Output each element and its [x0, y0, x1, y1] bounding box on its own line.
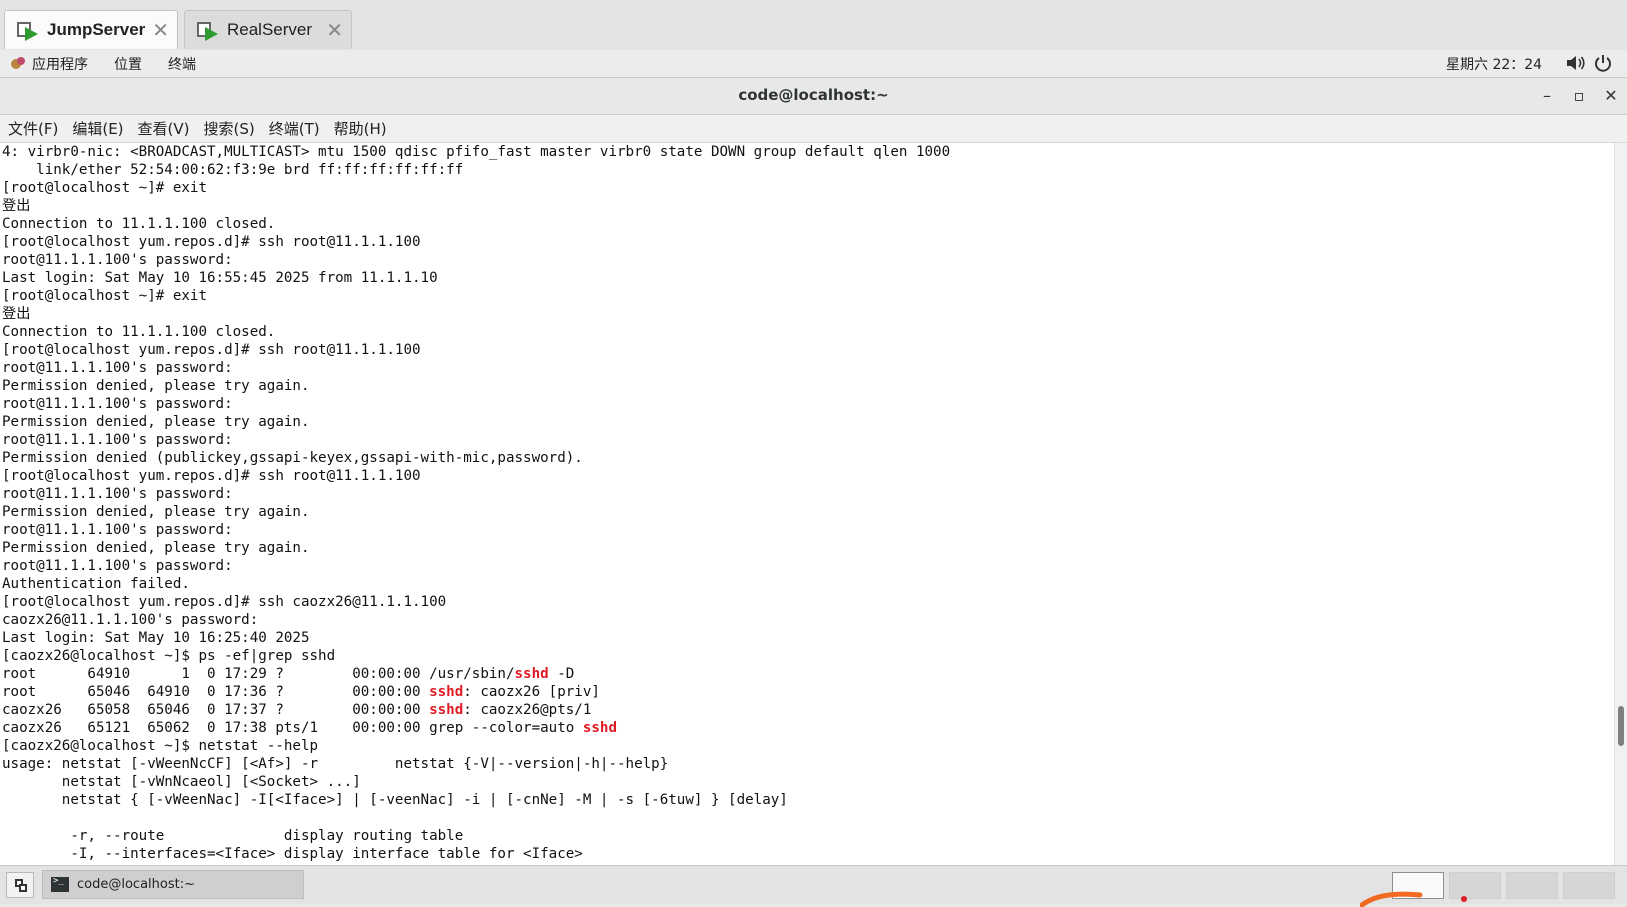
terminal-line: -I, --interfaces=<Iface> display interfa… [2, 846, 583, 862]
minimize-button[interactable]: – [1537, 86, 1557, 106]
terminal-icon [51, 876, 69, 892]
terminal-line: root@11.1.1.100's password: [2, 522, 233, 538]
terminal-line: Permission denied, please try again. [2, 378, 310, 394]
terminal-line: Last login: Sat May 10 16:55:45 2025 fro… [2, 270, 438, 286]
terminal-app-menu[interactable]: 终端 [168, 54, 196, 74]
maximize-button[interactable]: ▫ [1569, 86, 1589, 106]
applications-label: 应用程序 [32, 57, 88, 73]
terminal-line: [root@localhost yum.repos.d]# ssh root@1… [2, 234, 421, 250]
terminal-line: root@11.1.1.100's password: [2, 396, 233, 412]
terminal-app-label: 终端 [168, 57, 196, 73]
terminal-line: root 65046 64910 0 17:36 ? 00:00:00 sshd… [2, 684, 600, 700]
places-label: 位置 [114, 57, 142, 73]
terminal-line: 登出 [2, 198, 31, 214]
terminal-line: root@11.1.1.100's password: [2, 432, 233, 448]
vm-icon [197, 20, 219, 41]
close-icon[interactable]: ✕ [152, 18, 169, 43]
terminal-line: [root@localhost yum.repos.d]# ssh root@1… [2, 468, 421, 484]
terminal-line: Connection to 11.1.1.100 closed. [2, 324, 276, 340]
terminal-line: Permission denied, please try again. [2, 504, 310, 520]
terminal-line: root@11.1.1.100's password: [2, 558, 233, 574]
terminal-line: link/ether 52:54:00:62:f3:9e brd ff:ff:f… [2, 162, 464, 178]
terminal-line: root@11.1.1.100's password: [2, 360, 233, 376]
terminal-line: [caozx26@localhost ~]$ ps -ef|grep sshd [2, 648, 336, 664]
vm-tab-jumpserver[interactable]: JumpServer ✕ [4, 10, 178, 49]
close-window-button[interactable]: ✕ [1601, 86, 1621, 106]
vm-tab-label: JumpServer [47, 20, 146, 39]
terminal-line: Authentication failed. [2, 576, 190, 592]
close-icon[interactable]: ✕ [326, 18, 343, 43]
system-top-bar: 应用程序 位置 终端 星期六 22：24 [0, 50, 1627, 78]
terminal-line: caozx26 65121 65062 0 17:38 pts/1 00:00:… [2, 720, 618, 736]
terminal-line: root 64910 1 0 17:29 ? 00:00:00 /usr/sbi… [2, 666, 575, 682]
terminal-line: Connection to 11.1.1.100 closed. [2, 216, 276, 232]
power-icon[interactable] [1594, 54, 1612, 72]
overlay-brush-mark [1360, 891, 1467, 907]
clock[interactable]: 星期六 22：24 [1446, 54, 1542, 74]
terminal-line: Permission denied, please try again. [2, 540, 310, 556]
menu-file[interactable]: 文件(F) [8, 118, 58, 139]
terminal-line: 4: virbr0-nic: <BROADCAST,MULTICAST> mtu… [2, 144, 951, 160]
vm-icon [17, 20, 39, 41]
applications-menu[interactable]: 应用程序 [10, 54, 88, 74]
terminal-line: Permission denied (publickey,gssapi-keye… [2, 450, 583, 466]
terminal-line: netstat [-vWnNcaeol] [<Socket> ...] [2, 774, 361, 790]
terminal-line: Last login: Sat May 10 16:25:40 2025 [2, 630, 310, 646]
menu-edit[interactable]: 编辑(E) [72, 118, 123, 139]
vm-tab-realserver[interactable]: RealServer ✕ [184, 10, 352, 49]
terminal-scrollbar[interactable] [1614, 143, 1627, 865]
terminal-line: -r, --route display routing table [2, 828, 464, 844]
terminal-line: netstat { [-vWeenNac] -I[<Iface>] | [-ve… [2, 792, 788, 808]
terminal-line: [root@localhost ~]# exit [2, 288, 207, 304]
scrollbar-thumb[interactable] [1618, 706, 1624, 746]
terminal-line: root@11.1.1.100's password: [2, 486, 233, 502]
places-menu[interactable]: 位置 [114, 54, 142, 74]
vm-tab-strip: JumpServer ✕ RealServer ✕ [0, 0, 1627, 51]
menu-search[interactable]: 搜索(S) [204, 118, 255, 139]
terminal-line: [caozx26@localhost ~]$ netstat --help [2, 738, 319, 754]
terminal-line: root@11.1.1.100's password: [2, 252, 233, 268]
menu-terminal[interactable]: 终端(T) [269, 118, 320, 139]
volume-icon[interactable] [1566, 55, 1586, 71]
terminal-line: [root@localhost ~]# exit [2, 180, 207, 196]
terminal-line: 登出 [2, 306, 31, 322]
menu-help[interactable]: 帮助(H) [334, 118, 387, 139]
terminal-menubar: 文件(F) 编辑(E) 查看(V) 搜索(S) 终端(T) 帮助(H) [0, 115, 1627, 143]
terminal-line: caozx26 65058 65046 0 17:37 ? 00:00:00 s… [2, 702, 592, 718]
terminal-text: 4: virbr0-nic: <BROADCAST,MULTICAST> mtu… [0, 143, 1614, 863]
show-desktop-button[interactable] [6, 872, 34, 898]
taskbar-window-item[interactable]: code@localhost:~ [42, 870, 304, 899]
window-title: code@localhost:~ [738, 86, 889, 104]
vm-tab-label: RealServer [227, 20, 313, 39]
terminal-line: [root@localhost yum.repos.d]# ssh caozx2… [2, 594, 447, 610]
workspace-4[interactable] [1563, 872, 1615, 899]
terminal-line: caozx26@11.1.1.100's password: [2, 612, 259, 628]
window-titlebar[interactable]: code@localhost:~ – ▫ ✕ [0, 78, 1627, 115]
workspace-3[interactable] [1506, 872, 1558, 899]
menu-view[interactable]: 查看(V) [138, 118, 190, 139]
terminal-line: [root@localhost yum.repos.d]# ssh root@1… [2, 342, 421, 358]
terminal-line: Permission denied, please try again. [2, 414, 310, 430]
terminal-line: usage: netstat [-vWeenNcCF] [<Af>] -r ne… [2, 756, 669, 772]
taskbar-window-label: code@localhost:~ [77, 877, 195, 892]
terminal-output[interactable]: 4: virbr0-nic: <BROADCAST,MULTICAST> mtu… [0, 143, 1614, 865]
applications-icon [10, 56, 26, 72]
